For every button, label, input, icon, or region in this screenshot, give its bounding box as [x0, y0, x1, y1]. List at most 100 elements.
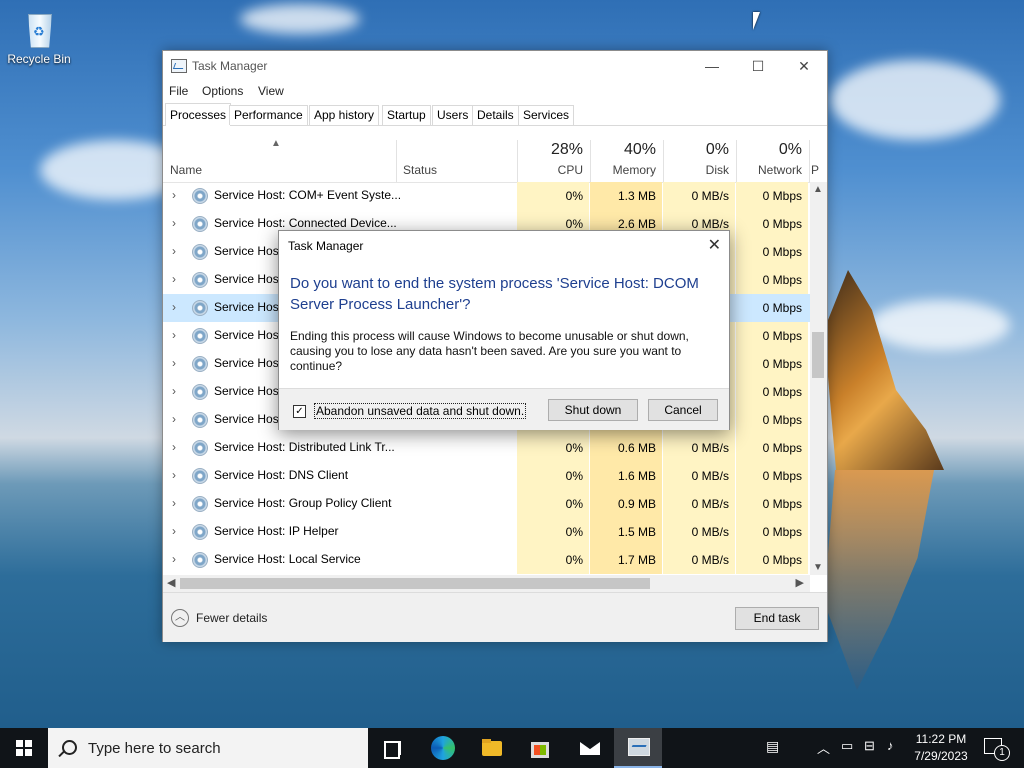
start-button[interactable]	[0, 728, 48, 768]
process-name: Service Host: IP Helper	[214, 524, 339, 538]
network-cell: 0 Mbps	[736, 490, 808, 518]
taskbar-search-box[interactable]: Type here to search	[48, 728, 368, 768]
tab-performance[interactable]: Performance	[229, 105, 308, 125]
scroll-down-icon[interactable]: ▼	[813, 562, 823, 573]
taskbar-clock[interactable]: 11:22 PM 7/29/2023	[906, 731, 976, 765]
column-cpu[interactable]: CPU	[517, 163, 583, 177]
expand-chevron-icon[interactable]: ›	[172, 412, 176, 426]
cancel-button[interactable]: Cancel	[648, 399, 718, 421]
table-row[interactable]: › Service Host: IP Helper 0% 1.5 MB 0 MB/s 0 …	[163, 518, 818, 546]
tab-strip: Processes Performance App history Startu…	[163, 103, 827, 126]
tab-processes[interactable]: Processes	[165, 103, 232, 126]
desktop-icon-recycle-bin[interactable]: ♻ Recycle Bin	[6, 8, 72, 66]
scroll-right-icon[interactable]: ▶	[796, 576, 804, 589]
service-gear-icon	[192, 356, 208, 372]
chevron-up-tray-icon[interactable]: ︿	[817, 738, 830, 757]
network-total[interactable]: 0%	[736, 141, 802, 159]
chevron-up-icon[interactable]: ︿	[171, 609, 189, 627]
expand-chevron-icon[interactable]: ›	[172, 552, 176, 566]
network-cell: 0 Mbps	[736, 350, 808, 378]
task-manager-taskbar-icon[interactable]	[614, 728, 662, 768]
network-cell: 0 Mbps	[736, 546, 808, 574]
expand-chevron-icon[interactable]: ›	[172, 384, 176, 398]
task-view-icon[interactable]	[381, 736, 405, 760]
process-name: Service Host: Local Service	[214, 552, 361, 566]
process-name: Service Host	[214, 356, 283, 370]
expand-chevron-icon[interactable]: ›	[172, 300, 176, 314]
maximize-button[interactable]: ☐	[735, 51, 781, 81]
service-gear-icon	[192, 412, 208, 428]
tab-app-history[interactable]: App history	[309, 105, 380, 125]
column-power-cut[interactable]: P	[811, 163, 821, 177]
service-gear-icon	[192, 440, 208, 456]
minimize-icon: —	[705, 58, 719, 74]
scroll-up-icon[interactable]: ▲	[813, 184, 823, 195]
dialog-close-icon[interactable]: ✕	[708, 235, 721, 255]
tab-users[interactable]: Users	[432, 105, 474, 125]
expand-chevron-icon[interactable]: ›	[172, 356, 176, 370]
menu-file[interactable]: File	[169, 84, 188, 98]
dialog-body: Ending this process will cause Windows t…	[290, 329, 689, 373]
tab-services[interactable]: Services	[518, 105, 575, 125]
network-cell: 0 Mbps	[736, 406, 808, 434]
column-disk[interactable]: Disk	[663, 163, 729, 177]
memory-total[interactable]: 40%	[590, 141, 656, 159]
table-row[interactable]: › Service Host: COM+ Event Syste... 0% 1.3 …	[163, 182, 818, 210]
process-name: Service Host: Group Policy Client	[214, 496, 392, 510]
display-icon[interactable]: ▭	[841, 738, 853, 754]
title-bar[interactable]: Task Manager — ☐ ✕	[163, 51, 827, 81]
vertical-scrollbar[interactable]: ▲ ▼	[810, 182, 827, 575]
edge-icon[interactable]	[431, 736, 455, 760]
expand-chevron-icon[interactable]: ›	[172, 188, 176, 202]
task-manager-icon	[171, 59, 187, 73]
expand-chevron-icon[interactable]: ›	[172, 328, 176, 342]
store-icon[interactable]	[528, 736, 552, 760]
table-row[interactable]: › Service Host: Local Service 0% 1.7 MB 0 MB…	[163, 546, 818, 574]
table-row[interactable]: › Service Host: Group Policy Client 0% 0.9 …	[163, 490, 818, 518]
scroll-left-icon[interactable]: ◀	[167, 576, 175, 589]
menu-options[interactable]: Options	[202, 84, 243, 98]
news-icon[interactable]: ▤	[766, 738, 779, 755]
expand-chevron-icon[interactable]: ›	[172, 496, 176, 510]
column-name[interactable]: Name	[170, 163, 202, 177]
tab-startup[interactable]: Startup	[382, 105, 431, 125]
horizontal-scroll-thumb[interactable]	[180, 578, 650, 589]
file-explorer-icon[interactable]	[480, 736, 504, 760]
menu-view[interactable]: View	[258, 84, 284, 98]
horizontal-scrollbar[interactable]: ◀ ▶	[163, 575, 810, 592]
shut-down-button[interactable]: Shut down	[548, 399, 638, 421]
disk-total[interactable]: 0%	[663, 141, 729, 159]
close-button[interactable]: ✕	[781, 51, 827, 81]
tab-details[interactable]: Details	[472, 105, 519, 125]
service-gear-icon	[192, 384, 208, 400]
cpu-cell: 0%	[517, 518, 589, 546]
column-status[interactable]: Status	[403, 163, 437, 177]
minimize-button[interactable]: —	[689, 51, 735, 81]
column-network[interactable]: Network	[736, 163, 802, 177]
process-name: Service Host: COM+ Event Syste...	[214, 188, 402, 202]
table-row[interactable]: › Service Host: DNS Client 0% 1.6 MB 0 MB/s 0…	[163, 462, 818, 490]
service-gear-icon	[192, 188, 208, 204]
cpu-cell: 0%	[517, 182, 589, 210]
expand-chevron-icon[interactable]: ›	[172, 468, 176, 482]
fewer-details-link[interactable]: Fewer details	[196, 611, 267, 625]
process-name: Service Host	[214, 412, 283, 426]
abandon-data-label[interactable]: Abandon unsaved data and shut down.	[313, 403, 527, 419]
expand-chevron-icon[interactable]: ›	[172, 244, 176, 258]
expand-chevron-icon[interactable]: ›	[172, 440, 176, 454]
expand-chevron-icon[interactable]: ›	[172, 216, 176, 230]
abandon-data-checkbox[interactable]: ✓	[293, 405, 306, 418]
cpu-total[interactable]: 28%	[517, 141, 583, 159]
end-task-button[interactable]: End task	[735, 607, 819, 630]
table-row[interactable]: › Service Host: Distributed Link Tr... 0% 0…	[163, 434, 818, 462]
column-memory[interactable]: Memory	[590, 163, 656, 177]
volume-muted-icon[interactable]: ♪	[887, 738, 894, 753]
vertical-scroll-thumb[interactable]	[812, 332, 824, 378]
window-title: Task Manager	[192, 59, 268, 73]
expand-chevron-icon[interactable]: ›	[172, 524, 176, 538]
expand-chevron-icon[interactable]: ›	[172, 272, 176, 286]
cpu-cell: 0%	[517, 546, 589, 574]
network-icon[interactable]: ⊟	[864, 738, 875, 754]
mail-icon[interactable]	[578, 736, 602, 760]
network-cell: 0 Mbps	[736, 294, 808, 322]
